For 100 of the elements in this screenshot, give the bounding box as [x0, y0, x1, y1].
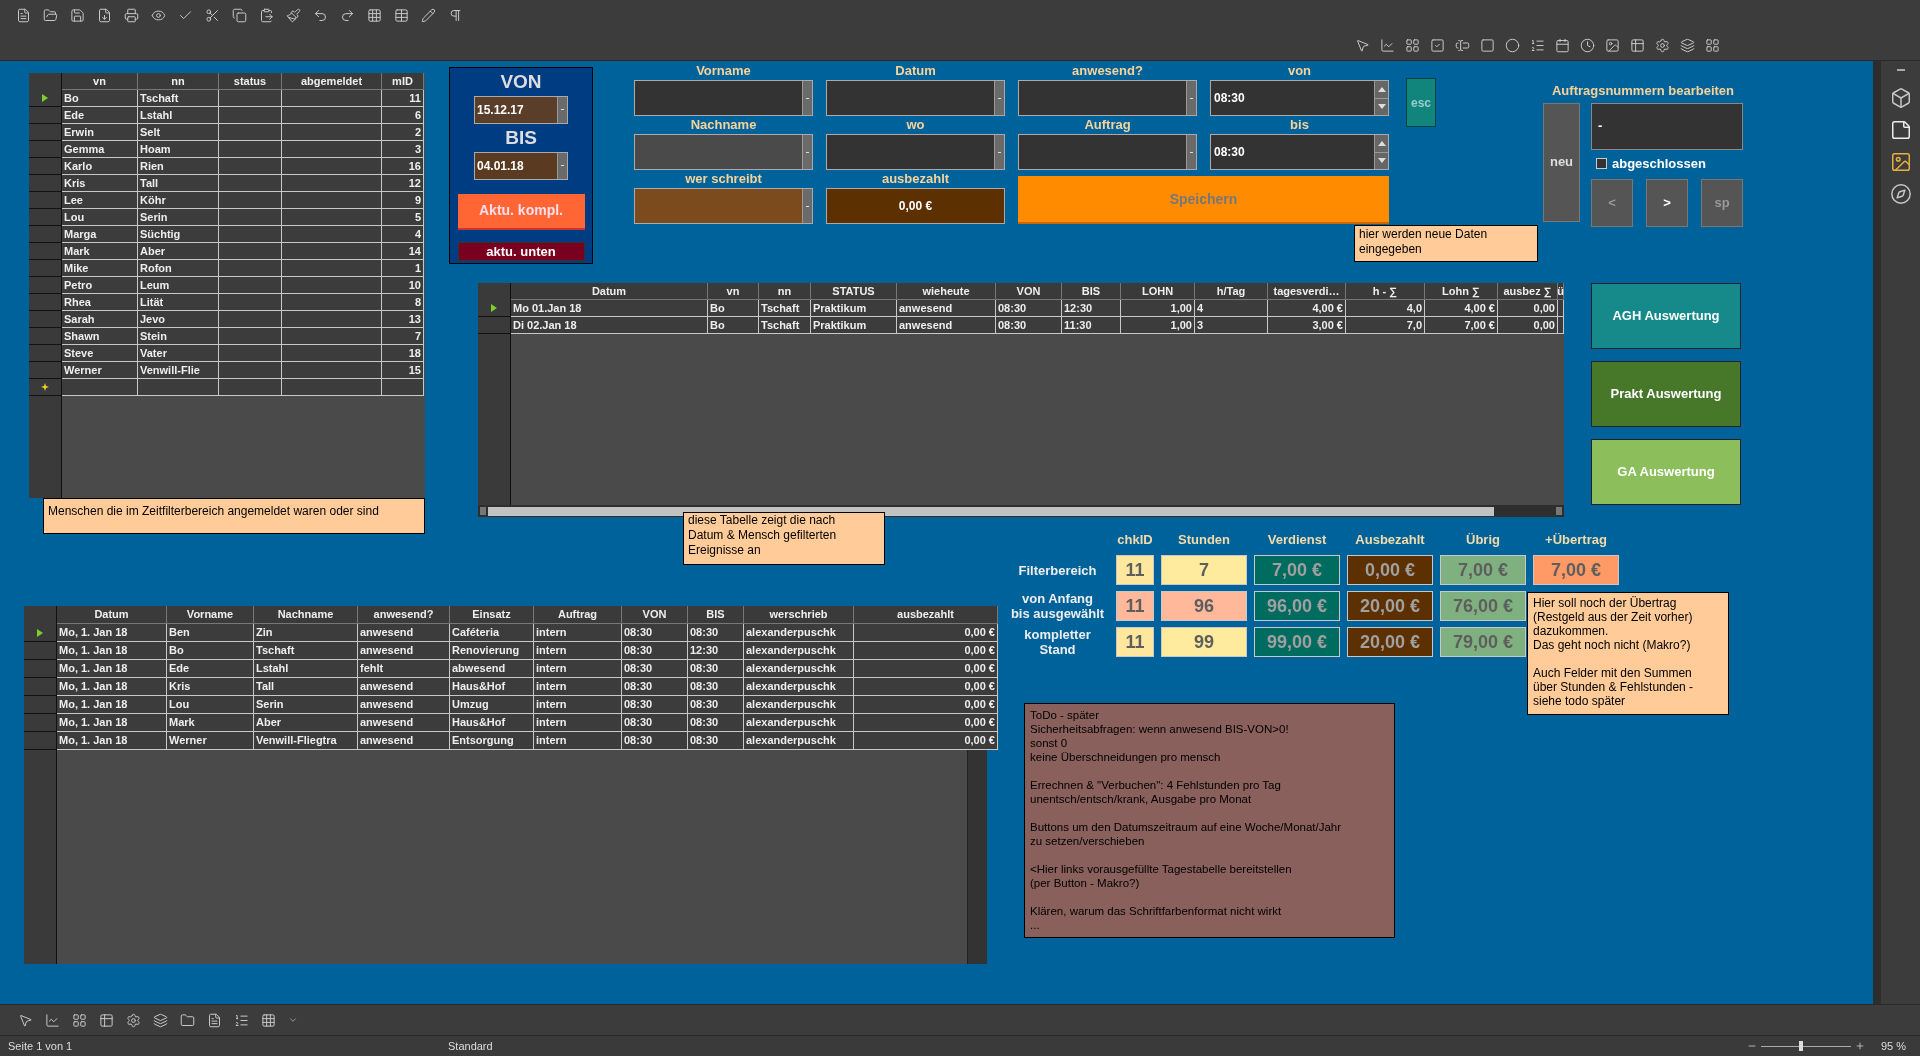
pdf-export-icon[interactable] [97, 7, 112, 23]
dropdown-field[interactable] [826, 80, 1005, 116]
cut-icon[interactable] [205, 7, 220, 23]
dropdown-toggle[interactable] [557, 96, 567, 123]
calendar-icon[interactable] [1555, 37, 1570, 53]
amount-field[interactable]: 0,00 € [826, 188, 1005, 224]
grid-icon[interactable] [367, 7, 382, 23]
pencil-icon[interactable] [421, 7, 436, 23]
vertical-scrollbar[interactable] [967, 750, 987, 964]
column-header[interactable]: h - ∑ [1346, 283, 1425, 300]
layers-icon[interactable] [1680, 37, 1695, 53]
dropdown-toggle[interactable] [1186, 81, 1196, 115]
refresh-lower-button[interactable]: aktu. unten [457, 241, 585, 261]
row-header[interactable] [24, 624, 57, 642]
column-header[interactable]: Datum [511, 283, 708, 300]
document-icon[interactable] [16, 7, 31, 23]
time-field[interactable]: 08:30 [1210, 134, 1389, 170]
dropdown-toggle[interactable] [1186, 135, 1196, 169]
column-header[interactable]: VON [622, 606, 688, 624]
dropdown-field[interactable] [634, 188, 813, 224]
page-icon[interactable] [1889, 119, 1912, 141]
column-header[interactable]: ausbez ∑ [1498, 283, 1558, 300]
column-header[interactable]: Einsatz [450, 606, 534, 624]
column-header[interactable]: ü [1558, 283, 1564, 300]
cube-icon[interactable] [1889, 87, 1912, 109]
column-header[interactable]: mID [382, 73, 424, 90]
column-header[interactable]: abgemeldet [282, 73, 382, 90]
table-icon[interactable] [394, 7, 409, 23]
order-number-field[interactable]: - [1591, 102, 1743, 150]
redo-icon[interactable] [340, 7, 355, 23]
dropdown-field[interactable] [634, 80, 813, 116]
pointer-icon[interactable] [1355, 37, 1370, 53]
table-icon[interactable] [1630, 37, 1645, 53]
layout-icon[interactable] [72, 1012, 87, 1028]
pilcrow-icon[interactable] [448, 7, 463, 23]
column-header[interactable]: BIS [1062, 283, 1121, 300]
column-header[interactable]: nn [138, 73, 219, 90]
dropdown-toggle[interactable] [994, 135, 1004, 169]
column-header[interactable]: status [219, 73, 282, 90]
folder-icon[interactable] [180, 1012, 195, 1028]
column-header[interactable]: BIS [688, 606, 744, 624]
column-header[interactable]: STATUS [811, 283, 897, 300]
column-header[interactable]: vn [62, 73, 138, 90]
row-header[interactable] [478, 300, 511, 317]
column-header[interactable]: anwesend? [358, 606, 450, 624]
folder-icon[interactable] [43, 7, 58, 23]
column-header[interactable]: vn [708, 283, 759, 300]
column-header[interactable]: Datum [57, 606, 167, 624]
dropdown-field[interactable] [826, 134, 1005, 170]
checkbox-icon[interactable] [1430, 37, 1445, 53]
settings-icon[interactable] [1655, 37, 1670, 53]
column-header[interactable]: Lohn ∑ [1425, 283, 1498, 300]
dropdown-toggle[interactable] [557, 152, 567, 179]
date-field[interactable]: 04.01.18 [474, 151, 568, 180]
zoom-slider-thumb[interactable] [1799, 1041, 1804, 1051]
column-header[interactable]: Auftrag [534, 606, 622, 624]
time-field[interactable]: 08:30 [1210, 80, 1389, 116]
date-field[interactable]: 15.12.17 [474, 95, 568, 124]
paste-icon[interactable] [259, 7, 274, 23]
dropdown-field[interactable] [1018, 80, 1197, 116]
zoom-slider[interactable] [1760, 1041, 1851, 1051]
report-button[interactable]: Prakt Auswertung [1591, 361, 1741, 427]
button-icon[interactable] [1480, 37, 1495, 53]
new-button[interactable]: neu [1543, 102, 1580, 222]
horizontal-scrollbar[interactable] [478, 505, 1564, 517]
print-icon[interactable] [124, 7, 139, 23]
zoom-in-icon[interactable] [1854, 1041, 1865, 1051]
column-header[interactable]: werschrieb [744, 606, 854, 624]
column-header[interactable]: LOHN [1121, 283, 1195, 300]
image-icon[interactable] [1605, 37, 1620, 53]
undo-icon[interactable] [313, 7, 328, 23]
report-button[interactable]: AGH Auswertung [1591, 283, 1741, 349]
dropdown-toggle[interactable] [802, 81, 812, 115]
column-header[interactable]: ausbezahlt [854, 606, 998, 624]
column-header[interactable]: nn [759, 283, 811, 300]
column-header[interactable]: wieheute [897, 283, 996, 300]
radio-icon[interactable] [1505, 37, 1520, 53]
checkbox[interactable] [1596, 157, 1607, 169]
dropdown-field[interactable] [1018, 134, 1197, 170]
column-header[interactable]: VON [996, 283, 1062, 300]
settings-icon[interactable] [126, 1012, 141, 1028]
save-icon[interactable] [70, 7, 85, 23]
layers-icon[interactable] [153, 1012, 168, 1028]
dropdown-toggle[interactable] [802, 189, 812, 223]
dropdown-toggle[interactable] [994, 81, 1004, 115]
column-header[interactable]: Nachname [254, 606, 358, 624]
clock-icon[interactable] [1580, 37, 1595, 53]
layout-icon[interactable] [1405, 37, 1420, 53]
image-icon[interactable] [1889, 151, 1912, 173]
list-icon[interactable] [1530, 37, 1545, 53]
compass-icon[interactable] [1889, 183, 1912, 205]
copy-icon[interactable] [232, 7, 247, 23]
row-header[interactable] [29, 379, 62, 396]
chart-icon[interactable] [1380, 37, 1395, 53]
document-icon[interactable] [207, 1012, 222, 1028]
nav-button[interactable]: > [1646, 179, 1688, 227]
chart-icon[interactable] [45, 1012, 60, 1028]
table-icon[interactable] [99, 1012, 114, 1028]
caret-icon[interactable] [288, 1015, 298, 1025]
column-header[interactable]: h/Tag [1195, 283, 1268, 300]
